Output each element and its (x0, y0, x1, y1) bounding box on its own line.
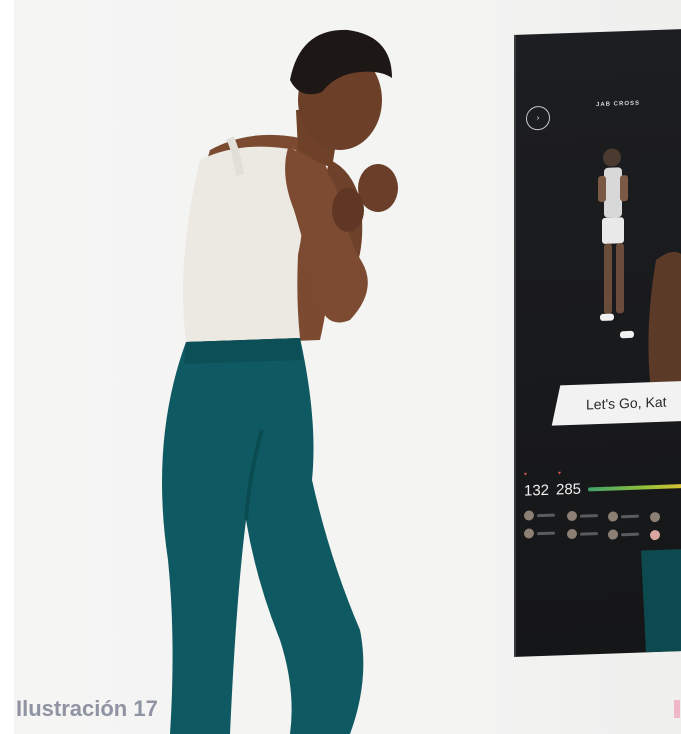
woman-boxing-figure (162, 29, 398, 734)
corner-mark (674, 700, 680, 718)
waistband (184, 338, 302, 364)
figure-caption: Ilustración 17 (16, 696, 158, 721)
leggings (162, 338, 364, 734)
front-fist (358, 164, 398, 212)
back-fist (332, 188, 364, 232)
scene: › JAB CROSS Let's Go, Kat ♥ ♥ 132 285 Il… (0, 0, 681, 734)
